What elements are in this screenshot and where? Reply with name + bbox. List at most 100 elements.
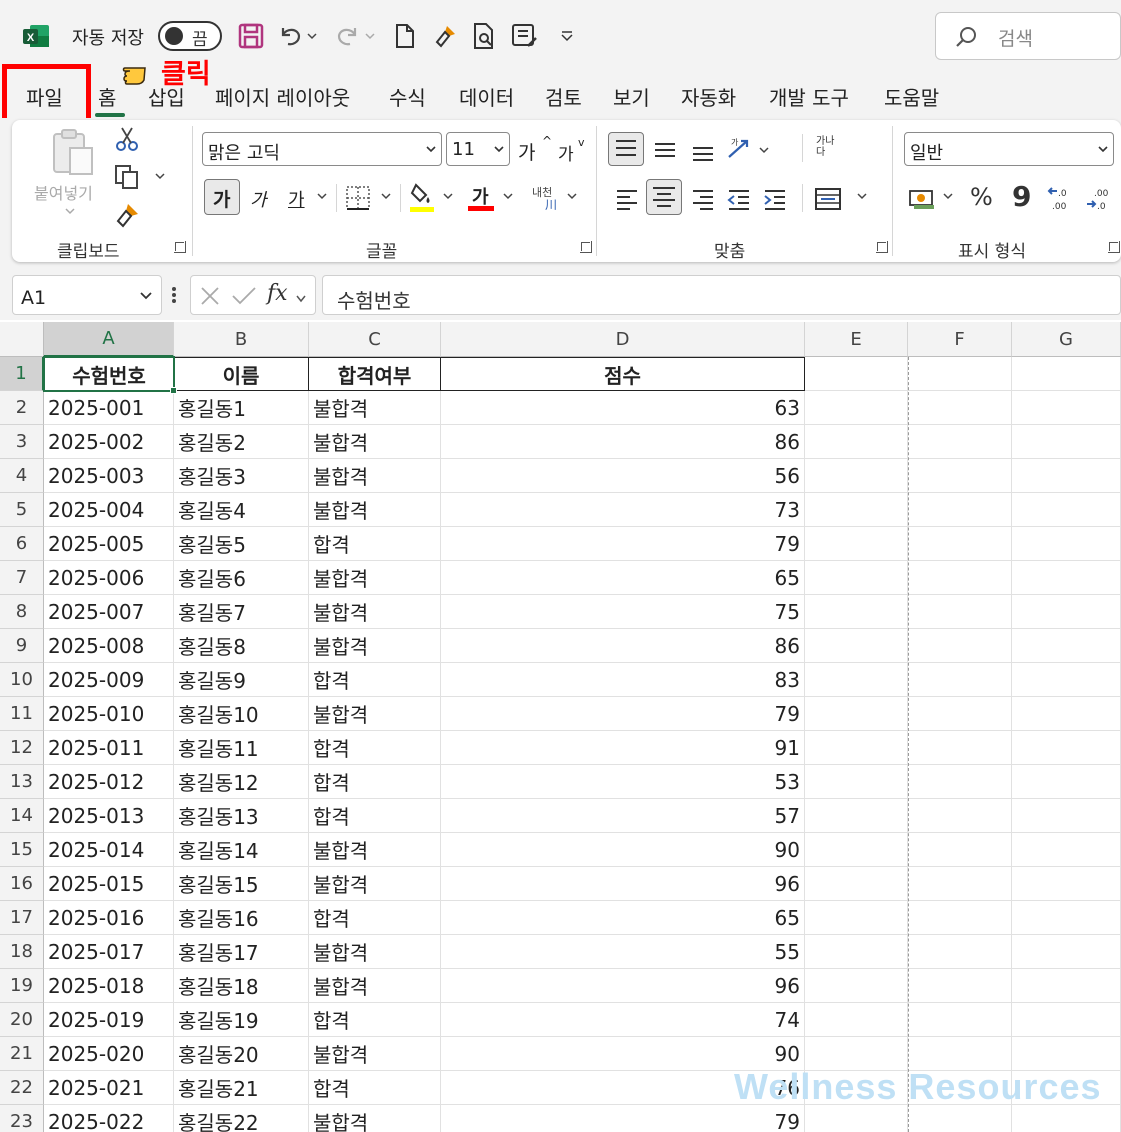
- empty-cell[interactable]: [1012, 901, 1121, 935]
- empty-cell[interactable]: [805, 697, 908, 731]
- empty-cell[interactable]: [908, 459, 1012, 493]
- empty-cell[interactable]: [805, 493, 908, 527]
- table-cell[interactable]: 불합격: [309, 1037, 441, 1071]
- table-cell[interactable]: 홍길동21: [174, 1071, 309, 1105]
- table-cell[interactable]: 합격: [309, 901, 441, 935]
- empty-cell[interactable]: [908, 935, 1012, 969]
- table-cell[interactable]: 홍길동18: [174, 969, 309, 1003]
- tab-help[interactable]: 도움말: [884, 82, 939, 111]
- table-cell[interactable]: 홍길동1: [174, 391, 309, 425]
- table-cell[interactable]: 홍길동20: [174, 1037, 309, 1071]
- table-cell[interactable]: 홍길동4: [174, 493, 309, 527]
- fill-handle[interactable]: [170, 387, 177, 394]
- align-middle-icon[interactable]: [650, 132, 680, 166]
- table-cell[interactable]: 73: [441, 493, 805, 527]
- print-preview-icon[interactable]: [470, 20, 500, 52]
- increase-decimal-icon[interactable]: .0.00: [1044, 182, 1078, 216]
- table-cell[interactable]: 86: [441, 629, 805, 663]
- empty-cell[interactable]: [805, 901, 908, 935]
- chevron-down-icon[interactable]: [295, 290, 307, 309]
- fill-color-dropdown-icon[interactable]: [440, 188, 456, 204]
- table-cell[interactable]: 91: [441, 731, 805, 765]
- empty-cell[interactable]: [1012, 867, 1121, 901]
- table-cell[interactable]: 2025-018: [44, 969, 174, 1003]
- font-color-dropdown-icon[interactable]: [500, 188, 516, 204]
- new-file-icon[interactable]: [390, 20, 420, 52]
- empty-cell[interactable]: [805, 527, 908, 561]
- table-cell[interactable]: 2025-012: [44, 765, 174, 799]
- empty-cell[interactable]: [1012, 527, 1121, 561]
- empty-cell[interactable]: [1012, 765, 1121, 799]
- italic-button[interactable]: 가: [250, 186, 267, 212]
- header-cell[interactable]: 이름: [174, 357, 309, 391]
- empty-cell[interactable]: [908, 765, 1012, 799]
- row-header[interactable]: 16: [0, 867, 44, 901]
- align-right-icon[interactable]: [688, 182, 718, 216]
- empty-cell[interactable]: [805, 629, 908, 663]
- column-header-f[interactable]: F: [908, 322, 1012, 357]
- table-cell[interactable]: 불합격: [309, 595, 441, 629]
- empty-cell[interactable]: [805, 1105, 908, 1132]
- tab-page-layout[interactable]: 페이지 레이아웃: [215, 82, 350, 111]
- table-cell[interactable]: 홍길동13: [174, 799, 309, 833]
- table-cell[interactable]: 2025-009: [44, 663, 174, 697]
- table-cell[interactable]: 불합격: [309, 391, 441, 425]
- empty-cell[interactable]: [908, 357, 1012, 391]
- empty-cell[interactable]: [805, 867, 908, 901]
- decrease-decimal-icon[interactable]: .00.0: [1082, 182, 1116, 216]
- table-cell[interactable]: 2025-004: [44, 493, 174, 527]
- empty-cell[interactable]: [1012, 935, 1121, 969]
- percent-style-button[interactable]: %: [970, 183, 993, 211]
- table-cell[interactable]: 63: [441, 391, 805, 425]
- column-header-d[interactable]: D: [441, 322, 805, 357]
- decrease-indent-icon[interactable]: [724, 182, 754, 216]
- table-cell[interactable]: 65: [441, 561, 805, 595]
- table-cell[interactable]: 96: [441, 969, 805, 1003]
- tab-automate[interactable]: 자동화: [681, 82, 736, 111]
- table-cell[interactable]: 2025-003: [44, 459, 174, 493]
- orientation-dropdown-icon[interactable]: [756, 142, 772, 158]
- comma-style-button[interactable]: 9: [1012, 180, 1031, 213]
- table-cell[interactable]: 홍길동19: [174, 1003, 309, 1037]
- table-cell[interactable]: 2025-022: [44, 1105, 174, 1132]
- empty-cell[interactable]: [1012, 561, 1121, 595]
- table-cell[interactable]: 57: [441, 799, 805, 833]
- table-cell[interactable]: 2025-005: [44, 527, 174, 561]
- table-cell[interactable]: 홍길동12: [174, 765, 309, 799]
- empty-cell[interactable]: [908, 595, 1012, 629]
- empty-cell[interactable]: [1012, 629, 1121, 663]
- merge-dropdown-icon[interactable]: [854, 188, 870, 204]
- empty-cell[interactable]: [805, 765, 908, 799]
- table-cell[interactable]: 홍길동8: [174, 629, 309, 663]
- table-cell[interactable]: 불합격: [309, 833, 441, 867]
- table-cell[interactable]: 2025-019: [44, 1003, 174, 1037]
- row-header[interactable]: 14: [0, 799, 44, 833]
- table-cell[interactable]: 55: [441, 935, 805, 969]
- customize-qat-icon[interactable]: [552, 20, 582, 52]
- table-cell[interactable]: 불합격: [309, 1105, 441, 1132]
- empty-cell[interactable]: [1012, 459, 1121, 493]
- empty-cell[interactable]: [805, 799, 908, 833]
- table-cell[interactable]: 홍길동3: [174, 459, 309, 493]
- table-cell[interactable]: 홍길동16: [174, 901, 309, 935]
- empty-cell[interactable]: [805, 561, 908, 595]
- tab-data[interactable]: 데이터: [459, 82, 514, 111]
- row-header[interactable]: 23: [0, 1105, 44, 1132]
- table-cell[interactable]: 2025-014: [44, 833, 174, 867]
- column-header-e[interactable]: E: [805, 322, 908, 357]
- table-cell[interactable]: 2025-021: [44, 1071, 174, 1105]
- accounting-dropdown-icon[interactable]: [940, 188, 956, 204]
- row-header[interactable]: 6: [0, 527, 44, 561]
- table-cell[interactable]: 불합격: [309, 459, 441, 493]
- table-cell[interactable]: 65: [441, 901, 805, 935]
- table-cell[interactable]: 53: [441, 765, 805, 799]
- empty-cell[interactable]: [1012, 357, 1121, 391]
- tab-developer[interactable]: 개발 도구: [769, 82, 849, 111]
- empty-cell[interactable]: [908, 697, 1012, 731]
- table-cell[interactable]: 83: [441, 663, 805, 697]
- empty-cell[interactable]: [805, 1003, 908, 1037]
- row-header[interactable]: 12: [0, 731, 44, 765]
- wrap-text-button[interactable]: 가나 다: [816, 136, 842, 158]
- format-painter-icon[interactable]: [112, 200, 142, 230]
- undo-dropdown-icon[interactable]: [304, 20, 320, 52]
